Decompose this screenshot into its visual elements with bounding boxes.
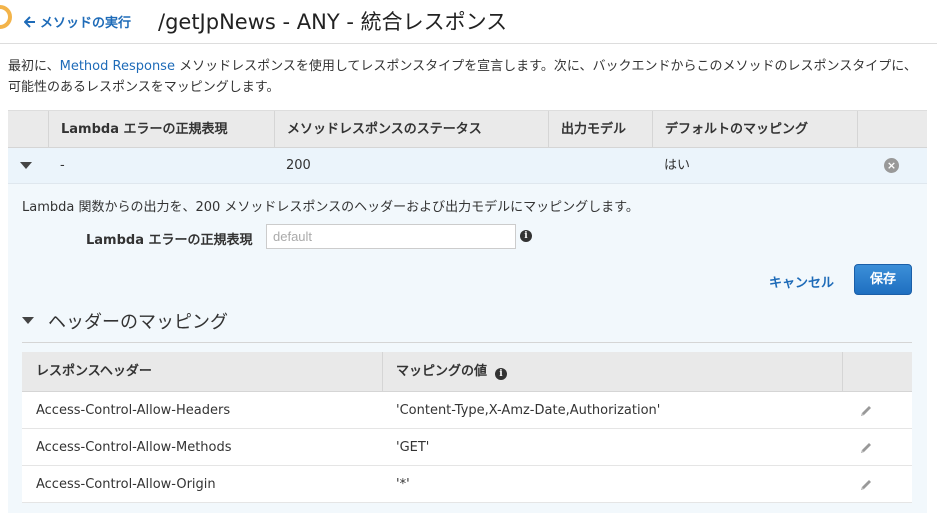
regex-input[interactable] (266, 224, 516, 249)
back-link-label: メソッドの実行 (40, 16, 132, 31)
response-detail-panel: Lambda 関数からの出力を、200 メソッドレスポンスのヘッダーおよび出力モ… (8, 184, 927, 513)
response-header-cell: Access-Control-Allow-Methods (36, 440, 232, 455)
mapping-value-cell: 'Content-Type,X-Amz-Date,Authorization' (396, 403, 661, 418)
method-response-link[interactable]: Method Response (60, 59, 175, 74)
response-header-cell: Access-Control-Allow-Origin (36, 477, 216, 492)
table-row: Access-Control-Allow-Origin '*' (22, 466, 912, 503)
column-header-status: メソッドレスポンスのステータス (274, 111, 548, 148)
caret-down-icon[interactable] (22, 317, 34, 324)
row-model (548, 148, 560, 184)
table-row[interactable]: - 200 はい × (8, 148, 927, 184)
column-header-actions (857, 111, 927, 148)
response-header-cell: Access-Control-Allow-Headers (36, 403, 231, 418)
row-default: はい (664, 158, 691, 173)
back-arrow-icon (24, 15, 35, 28)
column-header-regex: Lambda エラーの正規表現 (48, 111, 274, 148)
pencil-icon[interactable] (859, 478, 873, 492)
info-icon[interactable]: i (520, 230, 532, 242)
divider (22, 342, 912, 343)
page-title: /getJpNews - ANY - 統合レスポンス (158, 10, 508, 34)
row-regex: - (60, 158, 65, 173)
info-icon[interactable]: i (495, 368, 508, 380)
mapping-value-label: マッピングの値 (396, 364, 488, 379)
header-mapping-table: レスポンスヘッダー マッピングの値 i Access-Control-Allow-… (22, 352, 912, 503)
cancel-button[interactable]: キャンセル (769, 272, 834, 291)
pencil-icon[interactable] (859, 404, 873, 418)
top-bar: メソッドの実行 /getJpNews - ANY - 統合レスポンス (0, 0, 937, 44)
column-header-mapping-value: マッピングの値 i (382, 352, 842, 392)
mapping-value-cell: '*' (396, 477, 410, 492)
regex-field-label: Lambda エラーの正規表現 (86, 233, 253, 248)
table-header: レスポンスヘッダー マッピングの値 i (22, 352, 912, 392)
table-row: Access-Control-Allow-Methods 'GET' (22, 429, 912, 466)
integration-response-table: Lambda エラーの正規表現 メソッドレスポンスのステータス 出力モデル デフ… (8, 110, 927, 184)
header-mapping-section-title[interactable]: ヘッダーのマッピング (48, 308, 228, 334)
caret-down-icon[interactable] (20, 162, 32, 169)
column-header-model: 出力モデル (548, 111, 652, 148)
save-button[interactable]: 保存 (854, 264, 912, 295)
column-header-default: デフォルトのマッピング (652, 111, 857, 148)
intro-before: 最初に、 (8, 59, 60, 74)
back-to-method-execution-link[interactable]: メソッドの実行 (24, 12, 131, 31)
row-status: 200 (286, 158, 311, 173)
table-row: Access-Control-Allow-Headers 'Content-Ty… (22, 392, 912, 429)
divider (842, 352, 843, 392)
table-header: Lambda エラーの正規表現 メソッドレスポンスのステータス 出力モデル デフ… (8, 110, 927, 148)
pencil-icon[interactable] (859, 441, 873, 455)
column-header-response-header: レスポンスヘッダー (36, 364, 152, 379)
remove-icon[interactable]: × (884, 158, 899, 173)
panel-description: Lambda 関数からの出力を、200 メソッドレスポンスのヘッダーおよび出力モ… (22, 200, 639, 215)
mapping-value-cell: 'GET' (396, 440, 430, 455)
ring-icon (0, 5, 12, 29)
intro-text: 最初に、Method Response メソッドレスポンスを使用してレスポンスタ… (8, 56, 928, 98)
